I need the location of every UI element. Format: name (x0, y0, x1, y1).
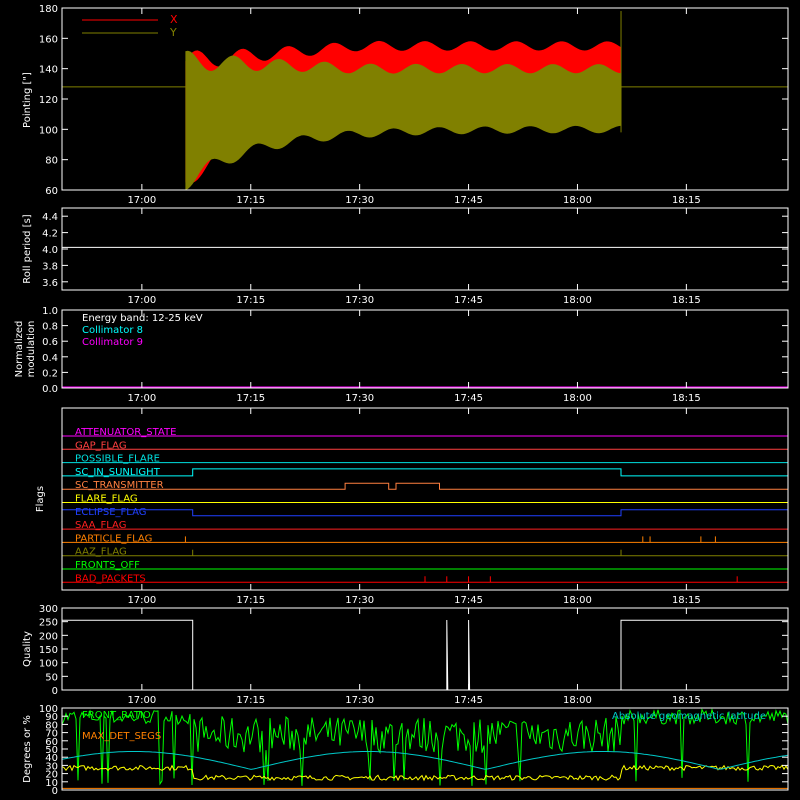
y-tick-label: 4.4 (42, 212, 58, 223)
x-tick-label: 17:30 (345, 595, 374, 606)
x-tick-label: 17:45 (454, 393, 483, 404)
y-tick-label: 0.4 (42, 353, 58, 364)
x-tick-label: 17:30 (345, 295, 374, 306)
y-tick-label: 180 (39, 4, 58, 15)
x-tick-label: 18:15 (672, 695, 701, 706)
x-tick-label: 17:15 (236, 393, 265, 404)
flag-label: ECLIPSE_FLAG (75, 507, 146, 518)
x-tick-label: 17:30 (345, 695, 374, 706)
x-tick-label: 17:45 (454, 295, 483, 306)
y-tick-label: 100 (39, 704, 58, 715)
legend-y-label: Y (169, 26, 177, 39)
y-tick-label: 0.6 (42, 337, 58, 348)
legend-x-label: X (170, 13, 178, 26)
collimator8-label: Collimator 8 (82, 325, 143, 336)
front-ratio-label: FRONT_RATIO (82, 710, 151, 721)
y-tick-label: 3.8 (42, 261, 58, 272)
y-tick-label: 1.0 (42, 306, 58, 317)
y-tick-label: 0.2 (42, 368, 58, 379)
energy-band-label: Energy band: 12-25 keV (82, 313, 203, 324)
y-tick-label: 150 (39, 645, 58, 656)
y-tick-label: 140 (39, 65, 58, 76)
y-tick-label: 4.2 (42, 229, 58, 240)
flags-ylabel: Flags (35, 486, 46, 512)
ratios-ylabel: Degrees or % (22, 715, 33, 783)
y-tick-label: 0.0 (42, 384, 58, 395)
x-tick-label: 17:30 (345, 195, 374, 206)
x-tick-label: 17:45 (454, 195, 483, 206)
y-tick-label: 100 (39, 659, 58, 670)
x-tick-label: 17:45 (454, 695, 483, 706)
y-tick-label: 3.6 (42, 278, 58, 289)
geomag-latitude-label: Absolute geomagnetic latitude (612, 711, 766, 722)
y-tick-label: 0 (52, 686, 58, 697)
roll-ylabel: Roll period [s] (22, 214, 33, 283)
x-tick-label: 18:00 (563, 295, 592, 306)
max-det-segs-label: MAX_DET_SEGS (82, 731, 161, 742)
x-tick-label: 17:00 (127, 595, 156, 606)
x-tick-label: 17:15 (236, 595, 265, 606)
x-tick-label: 18:15 (672, 393, 701, 404)
x-tick-label: 18:00 (563, 695, 592, 706)
x-tick-label: 18:00 (563, 595, 592, 606)
x-tick-label: 17:15 (236, 295, 265, 306)
x-tick-label: 18:15 (672, 195, 701, 206)
x-tick-label: 17:00 (127, 295, 156, 306)
x-tick-label: 18:15 (672, 595, 701, 606)
x-tick-label: 17:30 (345, 393, 374, 404)
y-tick-label: 200 (39, 631, 58, 642)
modulation-ylabel-line2: modulation (26, 321, 37, 378)
y-tick-label: 80 (45, 156, 58, 167)
x-tick-label: 18:00 (563, 195, 592, 206)
x-tick-label: 17:00 (127, 393, 156, 404)
y-tick-label: 100 (39, 125, 58, 136)
pointing-ylabel: Pointing ["] (22, 72, 33, 128)
x-tick-label: 18:15 (672, 295, 701, 306)
y-tick-label: 160 (39, 34, 58, 45)
modulation-ylabel-line1: Normalized (14, 321, 25, 378)
y-tick-label: 60 (45, 186, 58, 197)
y-tick-label: 4.0 (42, 245, 58, 256)
y-tick-label: 50 (45, 672, 58, 683)
quality-ylabel: Quality (22, 631, 33, 667)
x-tick-label: 18:00 (563, 393, 592, 404)
y-tick-label: 300 (39, 604, 58, 615)
x-tick-label: 17:45 (454, 595, 483, 606)
y-tick-label: 250 (39, 618, 58, 629)
x-tick-label: 17:15 (236, 695, 265, 706)
y-tick-label: 120 (39, 95, 58, 106)
x-tick-label: 17:00 (127, 695, 156, 706)
x-tick-label: 17:15 (236, 195, 265, 206)
x-tick-label: 17:00 (127, 195, 156, 206)
collimator9-label: Collimator 9 (82, 337, 143, 348)
y-tick-label: 0.8 (42, 322, 58, 333)
rhessi-summary-chart: 60 80 100 120 140 160 180 17:00 17:15 17:30 17:45… (0, 0, 800, 800)
